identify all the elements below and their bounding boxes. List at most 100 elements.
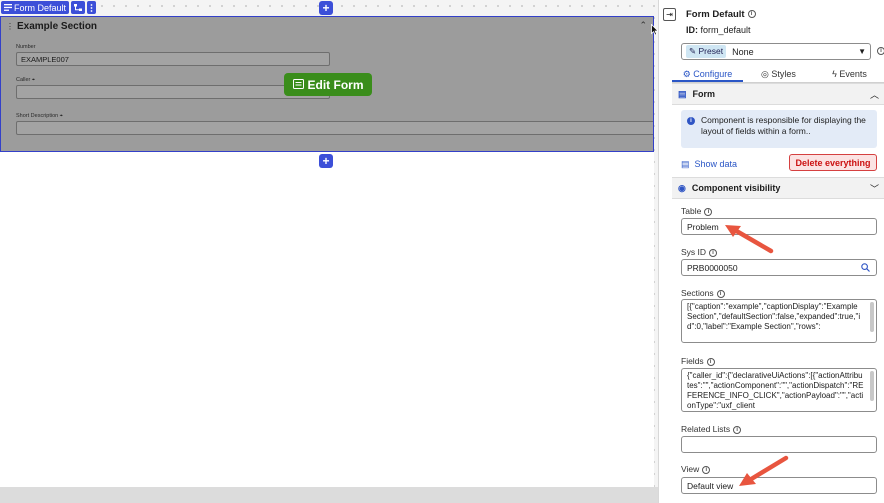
component-id: ID: form_default <box>686 25 751 35</box>
component-toolbar: Form Default <box>1 1 97 14</box>
related-lists-input[interactable] <box>681 436 877 453</box>
plus-icon: + <box>322 154 330 168</box>
info-icon[interactable]: i <box>706 357 715 366</box>
canvas-bottom-strip <box>0 487 658 503</box>
fields-textarea[interactable]: {"caller_id":{"declarativeUiActions":[{"… <box>681 368 877 412</box>
sections-value: [{"caption":"example","captionDisplay":"… <box>687 302 861 331</box>
number-field-input[interactable]: EXAMPLE007 <box>16 52 330 66</box>
info-icon[interactable]: i <box>716 289 725 298</box>
panel-title: Form Default i <box>686 9 756 20</box>
info-icon[interactable]: i <box>702 465 711 474</box>
info-icon[interactable]: i <box>733 425 742 434</box>
sections-label: Sections i <box>681 288 725 298</box>
info-circle-icon: i <box>687 117 695 125</box>
preset-value: None <box>732 46 754 57</box>
sys-id-label: Sys ID i <box>681 247 718 257</box>
more-options-button[interactable] <box>87 1 97 14</box>
gear-icon: ⚙ <box>682 69 691 79</box>
chevron-up-icon: ︿ <box>869 89 879 100</box>
collapse-panel-button[interactable]: ⇥ <box>663 8 676 21</box>
form-icon: ▤ <box>678 88 687 99</box>
fields-value: {"caller_id":{"declarativeUiActions":[{"… <box>687 371 864 410</box>
builder-canvas: Form Default + ⋮ Example Section ⌃ Numbe… <box>0 0 659 503</box>
sys-id-input[interactable]: PRB0000050 <box>681 259 877 276</box>
component-visibility-title: Component visibility <box>691 183 781 193</box>
suggestion-icon: ⌖ <box>59 113 63 119</box>
annotation-arrow-view <box>739 455 789 486</box>
sections-textarea[interactable]: [{"caption":"example","captionDisplay":"… <box>681 299 877 343</box>
short-description-field-input[interactable] <box>16 121 653 135</box>
info-icon[interactable]: i <box>709 248 718 257</box>
form-edit-icon <box>292 78 304 92</box>
table-label: Table i <box>681 206 713 216</box>
tab-configure[interactable]: ⚙ Configure <box>672 67 743 82</box>
wand-icon: ✎ <box>689 46 697 56</box>
related-lists-label: Related Lists i <box>681 424 742 434</box>
fields-label: Fields i <box>681 356 715 366</box>
component-id-value: form_default <box>700 25 751 35</box>
sys-id-label-text: Sys ID <box>681 247 707 257</box>
caller-field-label: Caller ⌖ <box>16 77 36 83</box>
configuration-panel: ⇥ Form Default i ID: form_default ✎ Prese… <box>658 0 884 503</box>
database-icon: ▤ <box>681 159 690 169</box>
search-icon[interactable] <box>861 263 870 274</box>
more-vertical-icon <box>90 3 93 12</box>
lightning-icon: ϟ <box>832 69 837 79</box>
component-select-button[interactable]: Form Default <box>1 1 70 14</box>
table-label-text: Table <box>681 206 702 216</box>
preset-chip: ✎ Preset <box>686 45 727 58</box>
show-data-label: Show data <box>694 159 738 169</box>
fields-label-text: Fields <box>681 356 704 366</box>
delete-everything-button[interactable]: Delete everything <box>789 154 877 171</box>
component-id-label: ID: <box>686 25 698 35</box>
panel-collapse-icon: ⇥ <box>666 10 673 19</box>
tab-configure-label: Configure <box>693 69 733 79</box>
sections-scrollbar[interactable] <box>870 302 874 332</box>
form-component-frame[interactable]: ⋮ Example Section ⌃ Number EXAMPLE007 Ca… <box>0 16 654 152</box>
fields-scrollbar[interactable] <box>870 371 874 401</box>
tab-events[interactable]: ϟ Events <box>814 67 884 82</box>
caller-field-input[interactable] <box>16 85 330 99</box>
tab-styles-label: Styles <box>771 69 796 79</box>
preset-select[interactable]: ✎ Preset None ▼ <box>681 43 871 60</box>
palette-icon: ◎ <box>761 69 769 79</box>
edit-form-label: Edit Form <box>307 77 364 92</box>
canvas-empty-area <box>0 152 654 487</box>
preset-chip-label: Preset <box>698 46 724 56</box>
sections-label-text: Sections <box>681 288 714 298</box>
annotation-arrow-table <box>725 225 774 254</box>
show-data-link[interactable]: ▤ Show data <box>681 159 737 170</box>
form-section-title: Example Section <box>17 21 98 32</box>
form-section-header[interactable]: ▤ Form ︿ <box>672 83 884 105</box>
tab-events-label: Events <box>839 69 867 79</box>
add-component-below-button[interactable]: + <box>319 154 333 168</box>
preset-info-icon[interactable]: i <box>877 47 884 55</box>
panel-title-text: Form Default <box>686 9 745 20</box>
related-lists-label-text: Related Lists <box>681 424 731 434</box>
section-collapse-icon[interactable]: ⌃ <box>639 20 647 31</box>
sys-id-value: PRB0000050 <box>687 263 738 273</box>
component-visibility-header[interactable]: ◉ Component visibility ﹀ <box>672 177 884 199</box>
component-info-message: i Component is responsible for displayin… <box>681 110 877 148</box>
drag-handle-icon[interactable]: ⋮ <box>6 22 14 31</box>
hierarchy-icon <box>74 4 83 11</box>
short-description-field-label: Short Description ⌖ <box>16 113 63 119</box>
info-icon[interactable]: i <box>704 207 713 216</box>
tab-styles[interactable]: ◎ Styles <box>743 67 814 82</box>
hierarchy-button[interactable] <box>71 1 86 14</box>
panel-tabs: ⚙ Configure ◎ Styles ϟ Events <box>672 67 884 83</box>
number-field-label: Number <box>16 44 36 50</box>
delete-everything-label: Delete everything <box>795 157 871 168</box>
chevron-down-icon: ﹀ <box>869 183 879 194</box>
info-icon[interactable]: i <box>747 10 756 19</box>
form-list-icon <box>4 4 12 11</box>
eye-icon: ◉ <box>678 182 686 193</box>
view-label-text: View <box>681 464 700 474</box>
form-section-title: Form <box>692 89 716 99</box>
component-name-label: Form Default <box>14 2 67 13</box>
add-component-above-button[interactable]: + <box>319 1 333 15</box>
edit-form-button[interactable]: Edit Form <box>284 73 372 96</box>
table-input[interactable]: Problem <box>681 218 877 235</box>
plus-icon: + <box>322 1 330 15</box>
reference-icon: ⌖ <box>31 77 36 83</box>
